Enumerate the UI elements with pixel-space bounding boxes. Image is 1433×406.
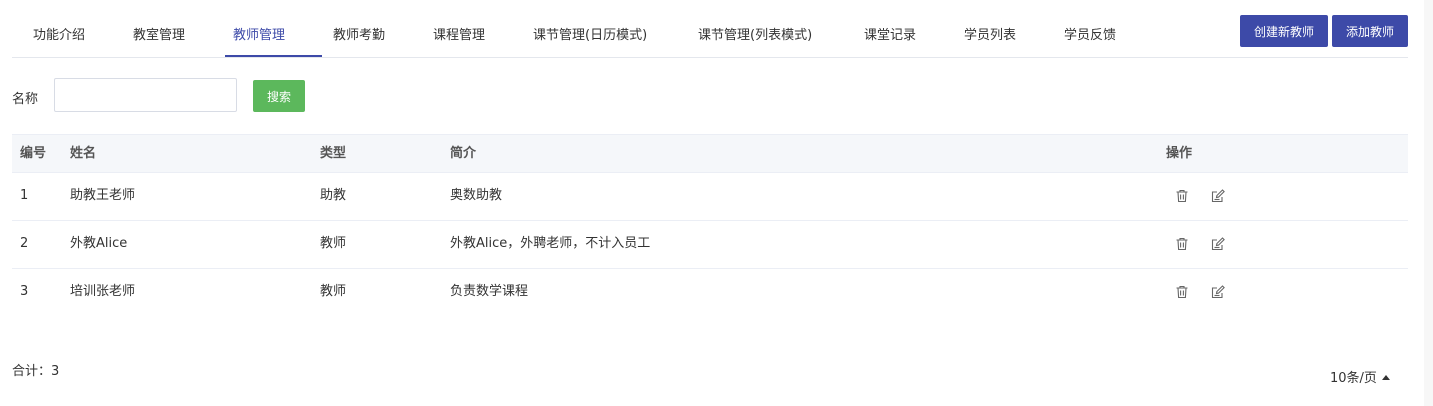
tab-student-list[interactable]: 学员列表 [964, 0, 1016, 57]
caret-up-icon [1381, 375, 1390, 380]
cell-type: 助教 [320, 188, 347, 203]
edit-icon[interactable] [1210, 236, 1226, 252]
tab-course-management[interactable]: 课程管理 [433, 0, 485, 57]
trash-icon[interactable] [1174, 284, 1190, 300]
tab-student-feedback[interactable]: 学员反馈 [1064, 0, 1116, 57]
header-type: 类型 [320, 146, 347, 161]
header-actions: 操作 [1166, 146, 1193, 161]
header-name: 姓名 [70, 146, 97, 161]
table-header: 编号 姓名 类型 简介 操作 [12, 134, 1408, 173]
cell-intro: 外教Alice，外聘老师，不计入员工 [450, 236, 651, 251]
tab-feature-intro[interactable]: 功能介绍 [33, 0, 85, 57]
tab-lesson-list[interactable]: 课节管理(列表模式) [698, 0, 812, 57]
tab-class-records[interactable]: 课堂记录 [864, 0, 916, 57]
trash-icon[interactable] [1174, 236, 1190, 252]
cell-id: 1 [20, 188, 29, 203]
cell-id: 2 [20, 236, 29, 251]
tab-lesson-calendar[interactable]: 课节管理(日历模式) [533, 0, 647, 57]
edit-icon[interactable] [1210, 188, 1226, 204]
tab-teacher-attendance[interactable]: 教师考勤 [333, 0, 385, 57]
cell-name: 助教王老师 [70, 188, 136, 203]
teacher-table: 编号 姓名 类型 简介 操作 1 助教王老师 助教 奥数助教 2 外教Alice… [12, 134, 1408, 317]
cell-intro: 奥数助教 [450, 188, 503, 203]
create-teacher-button[interactable]: 创建新教师 [1240, 15, 1328, 47]
active-tab-indicator [225, 55, 322, 57]
cell-intro: 负责数学课程 [450, 284, 529, 299]
search-label: 名称 [12, 92, 39, 107]
cell-name: 外教Alice [70, 236, 128, 251]
header-id: 编号 [20, 146, 47, 161]
table-row: 2 外教Alice 教师 外教Alice，外聘老师，不计入员工 [12, 221, 1408, 269]
table-row: 3 培训张老师 教师 负责数学课程 [12, 269, 1408, 317]
table-row: 1 助教王老师 助教 奥数助教 [12, 173, 1408, 221]
cell-type: 教师 [320, 236, 347, 251]
search-button[interactable]: 搜索 [253, 80, 305, 112]
edit-icon[interactable] [1210, 284, 1226, 300]
name-search-input[interactable] [54, 78, 237, 112]
cell-name: 培训张老师 [70, 284, 136, 299]
trash-icon[interactable] [1174, 188, 1190, 204]
tab-bar: 功能介绍 教室管理 教师管理 教师考勤 课程管理 课节管理(日历模式) 课节管理… [12, 0, 1408, 58]
header-intro: 简介 [450, 146, 477, 161]
tab-classroom-management[interactable]: 教室管理 [133, 0, 185, 57]
scrollbar[interactable] [1424, 0, 1433, 406]
page-size-select[interactable]: 10条/页 [1330, 367, 1390, 386]
add-teacher-button[interactable]: 添加教师 [1332, 15, 1408, 47]
page-size-label: 10条/页 [1330, 371, 1377, 386]
cell-type: 教师 [320, 284, 347, 299]
tab-teacher-management[interactable]: 教师管理 [233, 0, 285, 57]
total-count: 合计：3 [12, 364, 60, 379]
cell-id: 3 [20, 284, 29, 299]
